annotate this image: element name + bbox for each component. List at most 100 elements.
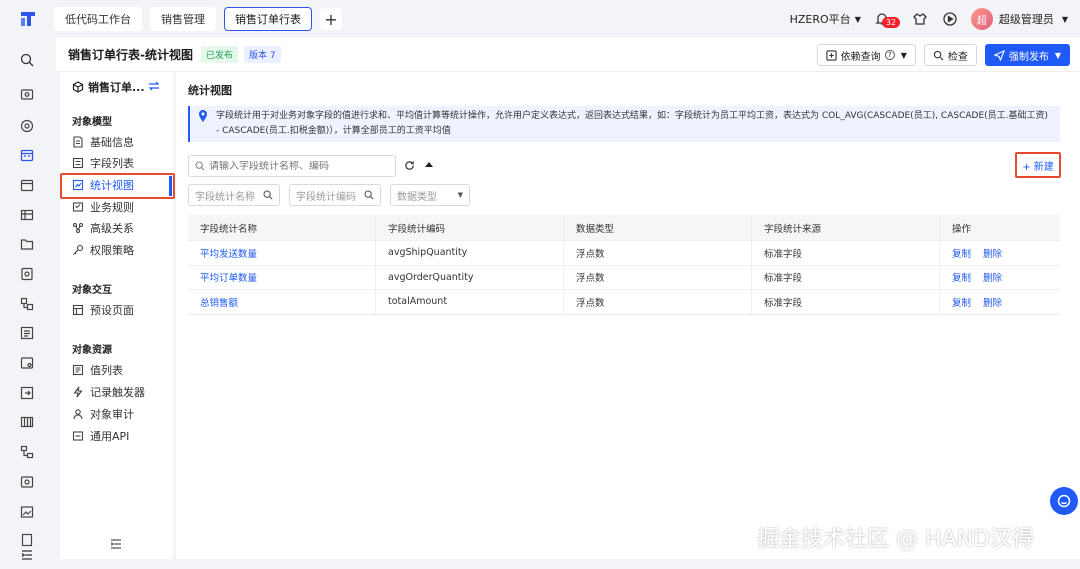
publish-label: 强制发布 [1008, 51, 1049, 63]
object-panel: 销售订单... 对象模型 基础信息 字段列表 统计视图 业务规则 高级关系 权限… [60, 72, 173, 559]
statistics-table: 字段统计名称 字段统计编码 数据类型 字段统计来源 操作 平均发送数量 avgS… [188, 215, 1060, 315]
filter-code[interactable]: 字段统计编码 [289, 184, 381, 206]
dependency-label: 依赖查询 [840, 51, 881, 63]
stat-code: totalAmount [376, 290, 564, 314]
nav-label: 高级关系 [90, 222, 134, 235]
chevron-down-icon[interactable]: ▼ [1062, 15, 1068, 24]
section-object-resources: 对象资源 [72, 345, 112, 356]
top-bar: 低代码工作台 销售管理 销售订单行表 + HZERO平台 ▼ 32 超 超级管理员… [0, 0, 1080, 38]
key-icon [73, 244, 84, 255]
layout-icon [72, 304, 84, 316]
collapse-filter-icon[interactable] [425, 162, 433, 167]
nav-label: 对象审计 [90, 408, 134, 421]
tab-lowcode-workbench[interactable]: 低代码工作台 [54, 7, 142, 31]
nav-label: 预设页面 [90, 304, 134, 317]
nav-value-list[interactable]: 值列表 [72, 360, 170, 380]
search-box[interactable] [188, 155, 396, 177]
api-icon [72, 431, 84, 441]
stat-name-link[interactable]: 平均发送数量 [200, 246, 257, 260]
picture-icon[interactable] [18, 503, 36, 521]
check-button[interactable]: 检查 [923, 44, 977, 66]
section-object-model: 对象模型 [72, 117, 112, 128]
nav-label: 通用API [90, 430, 130, 443]
search-icon [195, 161, 205, 171]
folder-icon[interactable] [18, 235, 36, 253]
status-badge: 已发布 [200, 46, 238, 63]
delete-button[interactable]: 删除 [983, 246, 1002, 260]
monitor-icon[interactable] [18, 86, 36, 104]
nav-object-audit[interactable]: 对象审计 [72, 404, 170, 424]
tab-sales-management[interactable]: 销售管理 [150, 7, 216, 31]
search-input[interactable] [209, 160, 389, 172]
add-tab-button[interactable]: + [320, 8, 342, 30]
collapse-panel-icon[interactable] [110, 538, 122, 553]
play-icon[interactable] [941, 10, 959, 28]
help-chat-icon[interactable] [1050, 487, 1078, 515]
filter-type-placeholder: 数据类型 [397, 191, 437, 203]
switch-object-icon[interactable] [148, 80, 160, 95]
tab-label: 低代码工作台 [65, 13, 131, 26]
nav-field-list[interactable]: 字段列表 [72, 153, 170, 173]
stat-name-link[interactable]: 总销售额 [200, 295, 238, 309]
nav-label: 业务规则 [90, 201, 134, 214]
stat-type: 浮点数 [564, 265, 752, 289]
col-header: 字段统计名称 [188, 215, 376, 240]
col-header: 数据类型 [564, 215, 752, 240]
username[interactable]: 超级管理员 [999, 11, 1054, 27]
copy-button[interactable]: 复制 [952, 295, 971, 309]
filter-data-type[interactable]: 数据类型 ▼ [390, 184, 470, 206]
export-icon[interactable] [18, 384, 36, 402]
nav-general-api[interactable]: 通用API [72, 426, 170, 446]
copy-button[interactable]: 复制 [952, 246, 971, 260]
avatar[interactable]: 超 [970, 8, 993, 30]
menu-fold-icon[interactable] [18, 546, 36, 564]
list-icon[interactable] [18, 324, 36, 342]
gear-box-icon[interactable] [18, 354, 36, 372]
main-content: 统计视图 字段统计用于对业务对象字段的值进行求和、平均值计算等统计操作，允许用户… [176, 72, 1080, 559]
nav-preset-page[interactable]: 预设页面 [72, 300, 170, 320]
user-icon [73, 409, 83, 420]
search-icon[interactable] [18, 51, 36, 69]
nav-label: 基础信息 [90, 136, 134, 149]
dependency-query-button[interactable]: 依赖查询 ? ▼ [816, 44, 916, 66]
stat-source: 标准字段 [752, 265, 940, 289]
section-title: 统计视图 [188, 84, 232, 97]
bell-icon[interactable]: 32 [873, 10, 901, 28]
refresh-icon[interactable] [404, 160, 415, 174]
table-icon[interactable] [18, 206, 36, 224]
image-icon[interactable] [18, 265, 36, 283]
nav-advanced-relations[interactable]: 高级关系 [72, 218, 170, 238]
delete-button[interactable]: 删除 [983, 295, 1002, 309]
shirt-icon[interactable] [911, 10, 929, 28]
nav-basic-info[interactable]: 基础信息 [72, 132, 170, 152]
col-header: 字段统计来源 [752, 215, 940, 240]
new-button[interactable]: + 新建 [1015, 152, 1061, 178]
calendar-icon[interactable] [18, 146, 36, 164]
filter-name[interactable]: 字段统计名称 [188, 184, 280, 206]
sitemap-icon[interactable] [18, 443, 36, 461]
help-icon: ? [884, 50, 895, 60]
stat-source: 标准字段 [752, 290, 940, 314]
calendar-icon[interactable] [18, 176, 36, 194]
search-icon [364, 190, 374, 200]
table-row: 平均订单数量 avgOrderQuantity 浮点数 标准字段 复制 删除 [188, 265, 1060, 290]
platform-switcher[interactable]: HZERO平台 ▼ [790, 11, 861, 27]
nav-business-rules[interactable]: 业务规则 [72, 197, 170, 217]
search-icon [933, 50, 944, 60]
table-header: 字段统计名称 字段统计编码 数据类型 字段统计来源 操作 [188, 215, 1060, 241]
delete-button[interactable]: 删除 [983, 270, 1002, 284]
force-publish-button[interactable]: 强制发布 ▼ [984, 44, 1070, 66]
grid-icon[interactable] [18, 413, 36, 431]
stat-name-link[interactable]: 平均订单数量 [200, 270, 257, 284]
copy-button[interactable]: 复制 [952, 270, 971, 284]
chevron-down-icon: ▼ [1054, 50, 1061, 60]
page-title: 销售订单行表-统计视图 [68, 48, 193, 62]
app-logo-icon[interactable] [16, 7, 40, 31]
tab-sales-order-lines[interactable]: 销售订单行表 [224, 7, 312, 31]
dependency-icon [826, 49, 837, 61]
nav-permission-policy[interactable]: 权限策略 [72, 240, 170, 260]
nav-record-trigger[interactable]: 记录触发器 [72, 382, 170, 402]
network-icon[interactable] [18, 117, 36, 135]
layers-icon[interactable] [18, 295, 36, 313]
screen-icon[interactable] [18, 473, 36, 491]
